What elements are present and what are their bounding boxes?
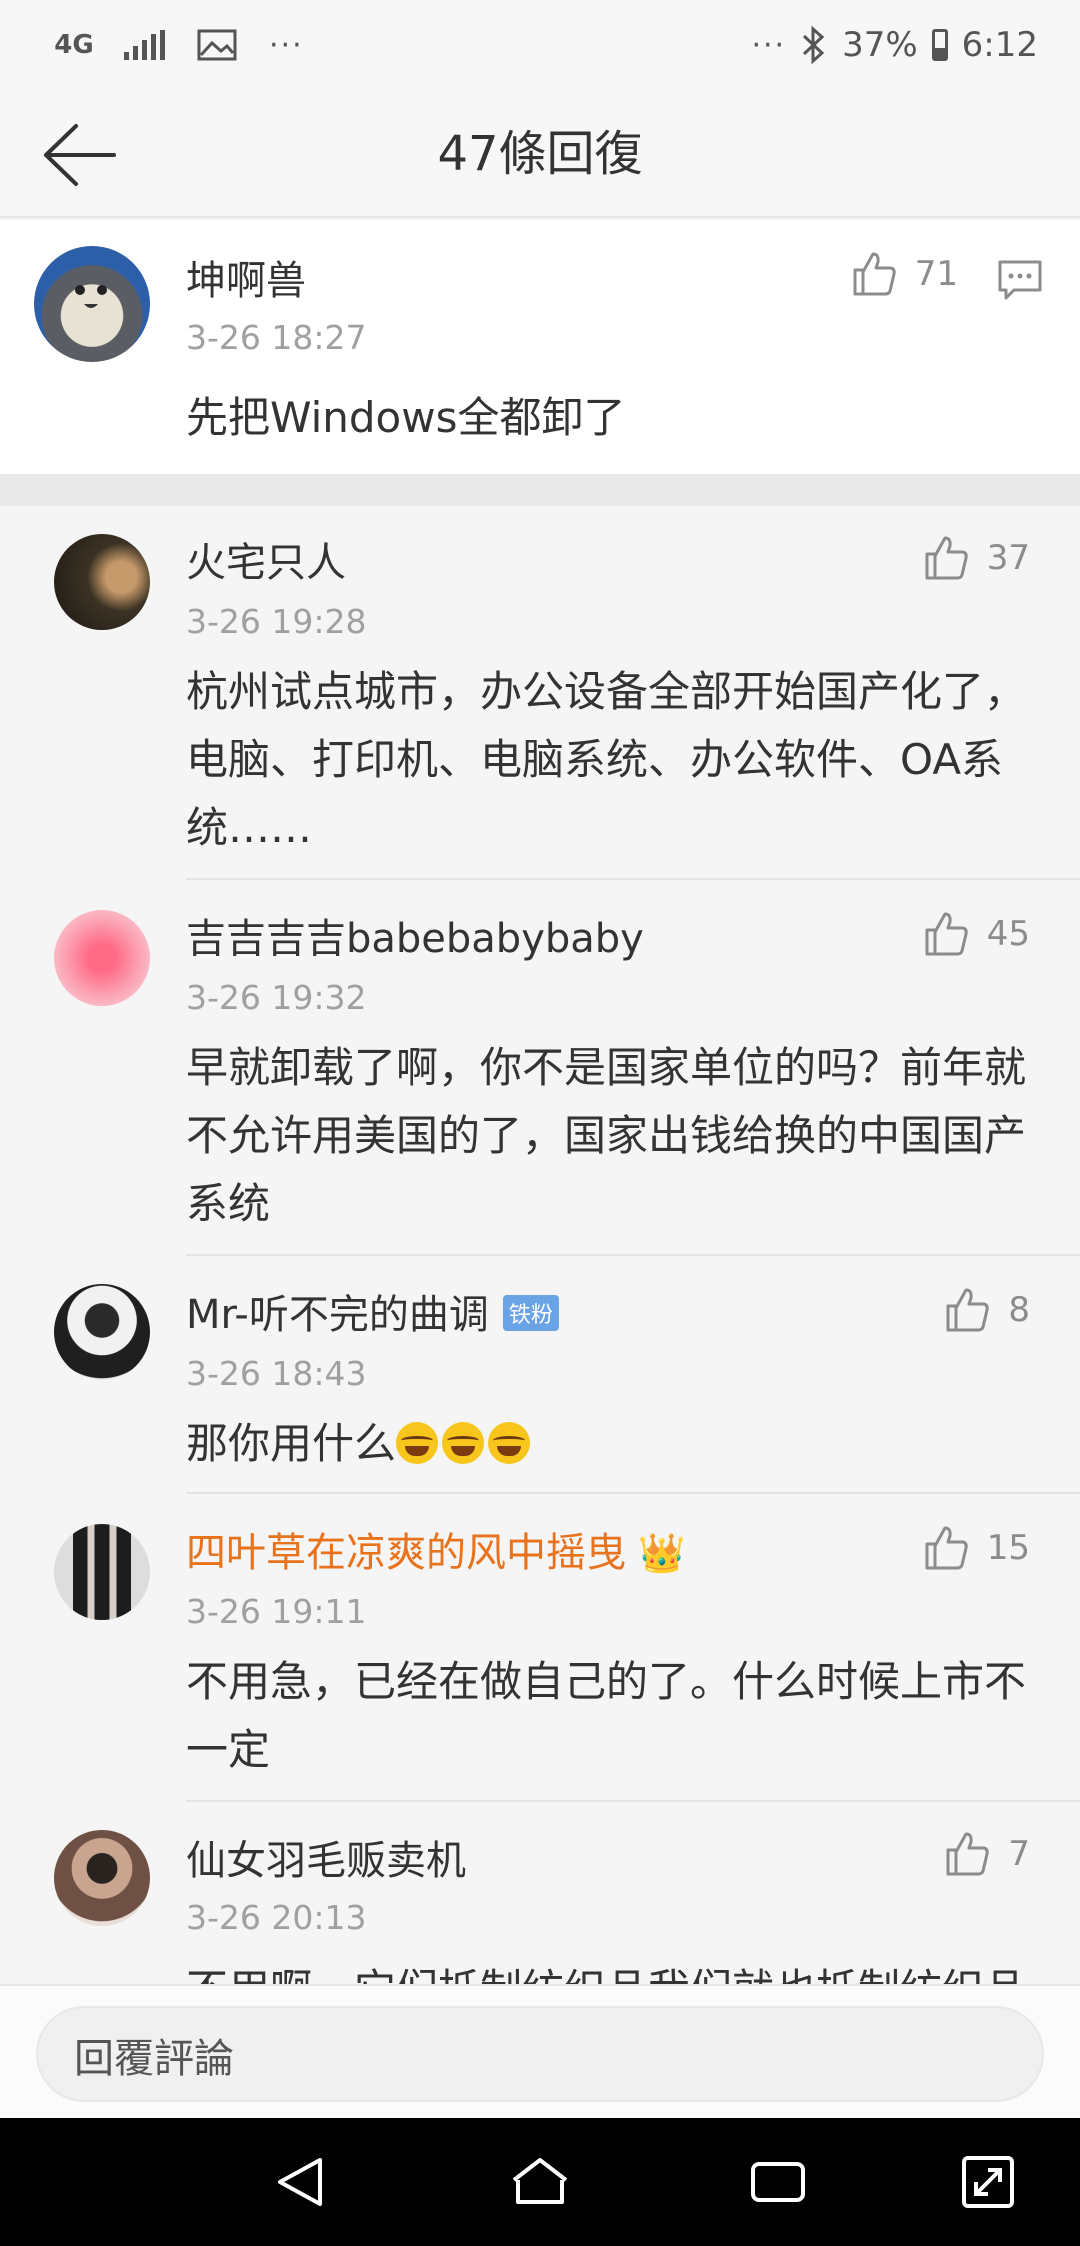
thumbs-up-icon (946, 1832, 990, 1876)
thumbs-up-icon (925, 1526, 968, 1570)
reply-time: 3-26 19:32 (186, 978, 367, 1017)
thumbs-up-icon (925, 912, 968, 956)
nav-expand-icon[interactable] (958, 2152, 1018, 2212)
laugh-emoji-icon (442, 1422, 485, 1464)
notification-more: ··· (269, 27, 304, 63)
list-item: 吉吉吉吉babebabybaby 3-26 19:32 早就卸载了啊，你不是国家… (0, 880, 1080, 1256)
thumbs-up-icon (853, 252, 896, 296)
avatar[interactable] (54, 1284, 150, 1380)
status-bar: 4G ··· ··· 37% 6:12 (0, 0, 1080, 92)
reply-author[interactable]: 仙女羽毛贩卖机 (186, 1828, 466, 1886)
like-button[interactable]: 45 (921, 910, 1030, 958)
reply-time: 3-26 18:43 (186, 1354, 367, 1393)
nav-back-icon[interactable] (272, 2152, 332, 2212)
like-count: 15 (986, 1528, 1030, 1568)
page-title: 47條回復 (437, 126, 643, 182)
list-item: 四叶草在凉爽的风中摇曳 👑 3-26 19:11 不用急，已经在做自己的了。什么时… (0, 1494, 1080, 1802)
like-button[interactable]: 8 (942, 1286, 1030, 1334)
laugh-emoji-icon (396, 1422, 439, 1464)
reply-time: 3-26 19:28 (186, 602, 367, 641)
section-divider (0, 474, 1080, 506)
thumbs-up-icon (946, 1288, 990, 1332)
image-icon (197, 29, 237, 61)
top-bar: 47條回復 (0, 92, 1080, 218)
like-button[interactable]: 71 (849, 250, 958, 298)
reply-author[interactable]: 吉吉吉吉babebabybaby (186, 906, 644, 964)
status-more: ··· (751, 27, 787, 63)
like-count: 7 (1008, 1834, 1030, 1874)
reply-input-bar: 回覆評論 (0, 1984, 1080, 2118)
reply-input-placeholder: 回覆評論 (74, 2036, 234, 2082)
reply-author[interactable]: 火宅只人 (186, 530, 346, 588)
reply-text: 不用啊，它们抵制纺织品我们就也抵制纺织品 (186, 1956, 1046, 1984)
like-button[interactable]: 15 (921, 1524, 1030, 1572)
comment-time: 3-26 18:27 (186, 318, 367, 357)
fan-badge: 铁粉 (502, 1295, 559, 1331)
reply-text: 不用急，已经在做自己的了。什么时候上市不一定 (186, 1657, 1027, 1774)
reply-text: 早就卸载了啊，你不是国家单位的吗？前年就不允许用美国的了，国家出钱给换的中国国产… (186, 1043, 1027, 1228)
system-nav-bar (0, 2118, 1080, 2246)
comment-text: 先把Windows全都卸了 (186, 393, 626, 442)
network-4g-icon: 4G (54, 30, 94, 60)
laugh-emoji-icon (488, 1422, 531, 1464)
reply-input[interactable]: 回覆評論 (36, 2006, 1044, 2102)
avatar[interactable] (54, 910, 150, 1006)
like-count: 8 (1008, 1290, 1030, 1330)
thumbs-up-icon (925, 536, 968, 580)
clock: 6:12 (961, 25, 1038, 65)
reply-text: 杭州试点城市，办公设备全部开始国产化了，电脑、打印机、电脑系统、办公软件、OA系… (186, 667, 1027, 852)
reply-text: 那你用什么 (186, 1410, 1046, 1478)
reply-author[interactable]: 四叶草在凉爽的风中摇曳 👑 (186, 1520, 685, 1578)
reply-comment-icon[interactable] (996, 256, 1044, 304)
battery-icon (931, 29, 948, 61)
list-item: 火宅只人 3-26 19:28 杭州试点城市，办公设备全部开始国产化了，电脑、打… (0, 506, 1080, 880)
list-item: Mr-听不完的曲调 铁粉 3-26 18:43 那你用什么 8 (0, 1256, 1080, 1494)
like-count: 71 (914, 254, 958, 294)
nav-recents-icon[interactable] (748, 2152, 808, 2212)
like-button[interactable]: 37 (921, 534, 1030, 582)
crown-icon: 👑 (638, 1531, 686, 1575)
main-comment: 坤啊兽 3-26 18:27 先把Windows全都卸了 71 (0, 220, 1080, 474)
battery-percent: 37% (842, 25, 918, 65)
avatar[interactable] (54, 534, 150, 630)
like-count: 45 (986, 914, 1030, 954)
avatar[interactable] (54, 1830, 150, 1926)
comment-author[interactable]: 坤啊兽 (186, 248, 306, 306)
bluetooth-icon (803, 26, 825, 64)
reply-time: 3-26 19:11 (186, 1592, 367, 1631)
like-button[interactable]: 7 (942, 1830, 1030, 1878)
avatar[interactable] (34, 246, 150, 362)
reply-time: 3-26 20:13 (186, 1898, 367, 1937)
reply-author[interactable]: Mr-听不完的曲调 铁粉 (186, 1282, 559, 1340)
like-count: 37 (986, 538, 1030, 578)
avatar[interactable] (54, 1524, 150, 1620)
signal-icon (124, 30, 165, 60)
nav-home-icon[interactable] (510, 2152, 570, 2212)
list-item: 仙女羽毛贩卖机 3-26 20:13 不用啊，它们抵制纺织品我们就也抵制纺织品 … (0, 1802, 1080, 1984)
